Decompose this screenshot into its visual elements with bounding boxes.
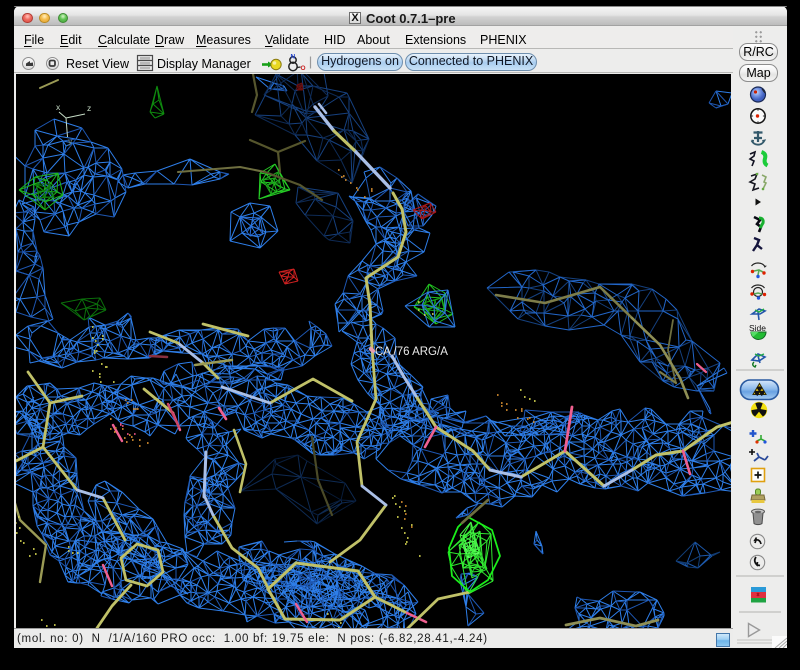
svg-text:x: x: [56, 102, 61, 112]
svg-text:z: z: [87, 103, 91, 113]
svg-text:CA /76 ARG/A: CA /76 ARG/A: [375, 346, 448, 358]
svg-text:O: O: [301, 65, 306, 72]
svg-text:N: N: [291, 54, 296, 61]
